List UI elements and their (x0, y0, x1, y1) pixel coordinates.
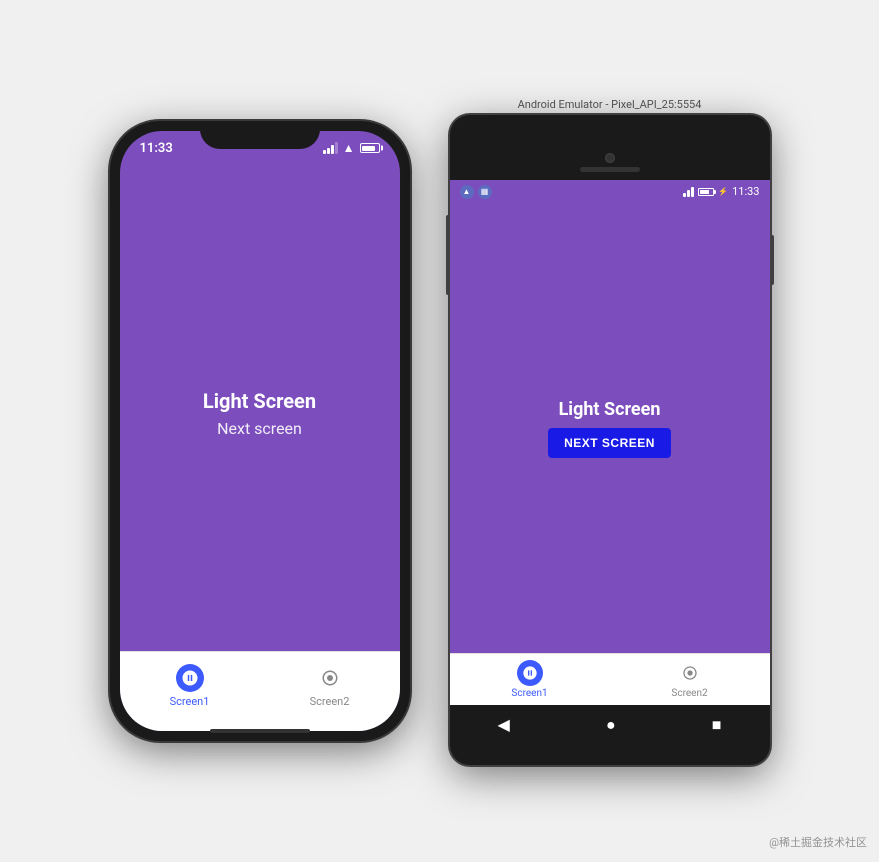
ios-screen1-svg-icon (181, 669, 199, 687)
android-screen-title: Light Screen (559, 399, 661, 420)
ios-screen: 11:33 ▲ Light Screen Next screen (120, 131, 400, 731)
android-home-button[interactable]: ● (606, 715, 616, 735)
android-next-screen-button[interactable]: NEXT SCREEN (548, 428, 671, 458)
android-camera (605, 153, 615, 163)
ios-time: 11:33 (140, 141, 173, 156)
ios-screen2-icon (316, 664, 344, 692)
android-system-nav: ◀ ● ■ (450, 705, 770, 745)
android-status-left-icons: ▲ ▦ (460, 185, 492, 199)
ios-signal-icon (323, 142, 338, 154)
ios-screen2-svg-icon (321, 669, 339, 687)
android-speaker (580, 167, 640, 172)
ios-next-screen-text: Next screen (217, 419, 302, 438)
ios-screen-title: Light Screen (203, 389, 316, 413)
android-screen: ▲ ▦ ⚡ 11:33 Lig (450, 115, 770, 765)
android-time: 11:33 (732, 185, 759, 198)
android-charging-icon: ⚡ (718, 187, 728, 196)
android-status-bar: ▲ ▦ ⚡ 11:33 (450, 180, 770, 204)
android-top-bezel (450, 115, 770, 180)
android-power-button[interactable] (770, 235, 774, 285)
android-battery-icon (698, 188, 714, 196)
android-back-button[interactable]: ◀ (498, 715, 510, 734)
android-screen2-svg-icon (682, 665, 698, 681)
android-recents-button[interactable]: ■ (712, 715, 722, 735)
android-nav-screen2[interactable]: Screen2 (671, 660, 707, 699)
ios-screen2-label: Screen2 (310, 695, 350, 708)
android-nav-screen1[interactable]: Screen1 (511, 660, 547, 699)
android-screen2-label: Screen2 (671, 688, 707, 699)
android-wifi-icon (683, 187, 694, 197)
ios-notch (200, 121, 320, 149)
android-screen1-label: Screen1 (511, 688, 547, 699)
android-bottom-bezel (450, 745, 770, 765)
ios-app-content: Light Screen Next screen (120, 175, 400, 651)
ios-bottom-nav: Screen1 Screen2 (120, 651, 400, 731)
ios-wifi-icon: ▲ (343, 141, 355, 155)
watermark: @稀土掘金技术社区 (769, 834, 867, 850)
android-volume-buttons[interactable] (446, 215, 450, 295)
android-app-content: Light Screen NEXT SCREEN (450, 204, 770, 653)
android-screen2-icon (677, 660, 703, 686)
ios-status-icons: ▲ (323, 141, 380, 155)
android-phone-wrapper: Android Emulator - Pixel_API_25:5554 ▲ ▦ (450, 98, 770, 765)
android-app-icon-2: ▦ (478, 185, 492, 199)
ios-home-indicator (210, 729, 310, 733)
android-app-icon-1: ▲ (460, 185, 474, 199)
android-screen1-svg-icon (522, 665, 538, 681)
ios-battery-icon (360, 143, 380, 153)
ios-nav-screen1[interactable]: Screen1 (170, 664, 210, 708)
android-status-right-icons: ⚡ 11:33 (683, 185, 759, 198)
android-screen1-icon (517, 660, 543, 686)
android-emulator-label: Android Emulator - Pixel_API_25:5554 (518, 98, 702, 111)
ios-phone: 11:33 ▲ Light Screen Next screen (110, 121, 410, 741)
ios-nav-screen2[interactable]: Screen2 (310, 664, 350, 708)
ios-screen1-label: Screen1 (170, 695, 210, 708)
android-bottom-nav: Screen1 Screen2 (450, 653, 770, 705)
ios-screen1-icon (176, 664, 204, 692)
android-phone: ▲ ▦ ⚡ 11:33 Lig (450, 115, 770, 765)
